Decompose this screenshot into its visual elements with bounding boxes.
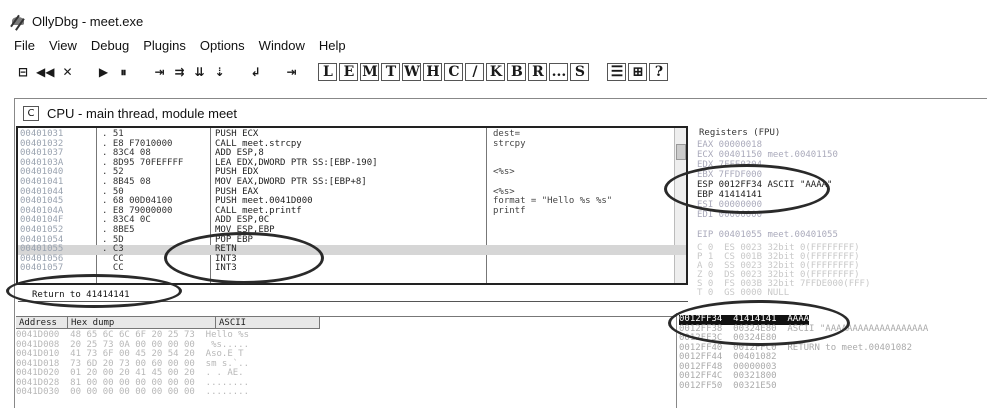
grid-icon[interactable]: ⊞ <box>628 63 648 81</box>
menu-window[interactable]: Window <box>259 38 305 53</box>
run-icon[interactable]: ▶ <box>94 62 112 82</box>
list-icon[interactable]: ☰ <box>607 63 627 81</box>
disasm-comment: strcpy <box>493 138 526 149</box>
cpu-window-icon: C <box>23 106 39 121</box>
cpu-window-title: CPU - main thread, module meet <box>47 106 238 121</box>
hex-dump-pane[interactable]: Address Hex dump ASCII 0041D000 48 65 6C… <box>16 316 676 408</box>
step-into-icon[interactable]: ⇥ <box>150 62 168 82</box>
cpu-button[interactable]: C <box>444 63 464 81</box>
registers-flags: C 0 ES 0023 32bit 0(FFFFFFFF) P 1 CS 001… <box>697 243 871 298</box>
menu-options[interactable]: Options <box>200 38 245 53</box>
ollydbg-window: OllyDbg - meet.exe File View Debug Plugi… <box>0 0 987 408</box>
menu-debug[interactable]: Debug <box>91 38 129 53</box>
execute-till-return-icon[interactable]: ↲ <box>246 62 264 82</box>
registers-pane[interactable]: Registers (FPU) C 0 ES 0023 32bit 0(FFFF… <box>693 126 987 312</box>
menu-file[interactable]: File <box>14 38 35 53</box>
disasm-comment: printf <box>493 205 526 216</box>
handles-button[interactable]: H <box>423 63 443 81</box>
disasm-row[interactable]: 00401057 CC INT3 <box>18 264 686 274</box>
memory-map-button[interactable]: M <box>360 63 380 81</box>
patches-button[interactable]: / <box>465 63 485 81</box>
pause-icon[interactable]: ⏸ <box>114 62 132 82</box>
step-over-icon[interactable]: ⇉ <box>170 62 188 82</box>
disasm-address: 00401057 <box>20 263 64 274</box>
dump-header-hex[interactable]: Hex dump <box>68 317 216 329</box>
help-icon[interactable]: ? <box>649 63 669 81</box>
cpu-window-title-bar: C CPU - main thread, module meet <box>23 106 237 121</box>
disasm-hex: CC <box>102 263 124 274</box>
annotation-ellipse-esp-ebp <box>664 164 830 214</box>
restart-icon[interactable]: ◀◀ <box>34 62 56 82</box>
source-button[interactable]: S <box>570 63 590 81</box>
animate-over-icon[interactable]: ⇣ <box>210 62 228 82</box>
menu-bar: File View Debug Plugins Options Window H… <box>14 38 346 53</box>
executables-button[interactable]: E <box>339 63 359 81</box>
dump-row[interactable]: 0041D030 00 00 00 00 00 00 00 00 .......… <box>16 387 249 398</box>
menu-view[interactable]: View <box>49 38 77 53</box>
references-button[interactable]: R <box>528 63 548 81</box>
annotation-ellipse-return <box>6 274 182 308</box>
title-bar: OllyDbg - meet.exe <box>10 10 143 32</box>
ollydbg-bug-icon <box>10 13 26 29</box>
dump-header-ascii[interactable]: ASCII <box>216 317 320 329</box>
menu-help[interactable]: Help <box>319 38 346 53</box>
threads-button[interactable]: T <box>381 63 401 81</box>
run-trace-button[interactable]: ... <box>549 63 569 81</box>
animate-into-icon[interactable]: ⇊ <box>190 62 208 82</box>
open-icon[interactable]: ⊟ <box>14 62 32 82</box>
disassembly-pane[interactable]: 00401031. 51 PUSH ECX dest= 00401032. E8 F7… <box>16 126 688 285</box>
window-title: OllyDbg - meet.exe <box>32 13 144 29</box>
go-to-icon[interactable]: ⇥ <box>282 62 300 82</box>
dump-header-address[interactable]: Address <box>16 317 68 329</box>
breakpoints-button[interactable]: B <box>507 63 527 81</box>
menu-plugins[interactable]: Plugins <box>143 38 186 53</box>
close-icon[interactable]: ✕ <box>58 62 76 82</box>
stack-row[interactable]: 0012FF50 00321E50 <box>679 381 777 392</box>
hex-dump-header: Address Hex dump ASCII <box>16 317 320 329</box>
log-window-button[interactable]: L <box>318 63 338 81</box>
disasm-comment: <%s> <box>493 167 515 178</box>
register-row[interactable]: EIP 00401055 meet.00401055 <box>697 230 838 240</box>
call-stack-button[interactable]: K <box>486 63 506 81</box>
annotation-ellipse-stack-top <box>668 300 850 346</box>
register-row[interactable]: ECX 00401150 meet.00401150 <box>697 150 838 160</box>
registers-header: Registers (FPU) <box>699 128 781 138</box>
annotation-ellipse-pop-retn <box>164 232 324 284</box>
register-row[interactable]: EAX 00000018 <box>697 140 762 150</box>
windows-button[interactable]: W <box>402 63 422 81</box>
toolbar: ⊟ ◀◀ ✕ ▶ ⏸ ⇥ ⇉ ⇊ ⇣ ↲ ⇥ L E M T W H C / K… <box>14 60 669 84</box>
